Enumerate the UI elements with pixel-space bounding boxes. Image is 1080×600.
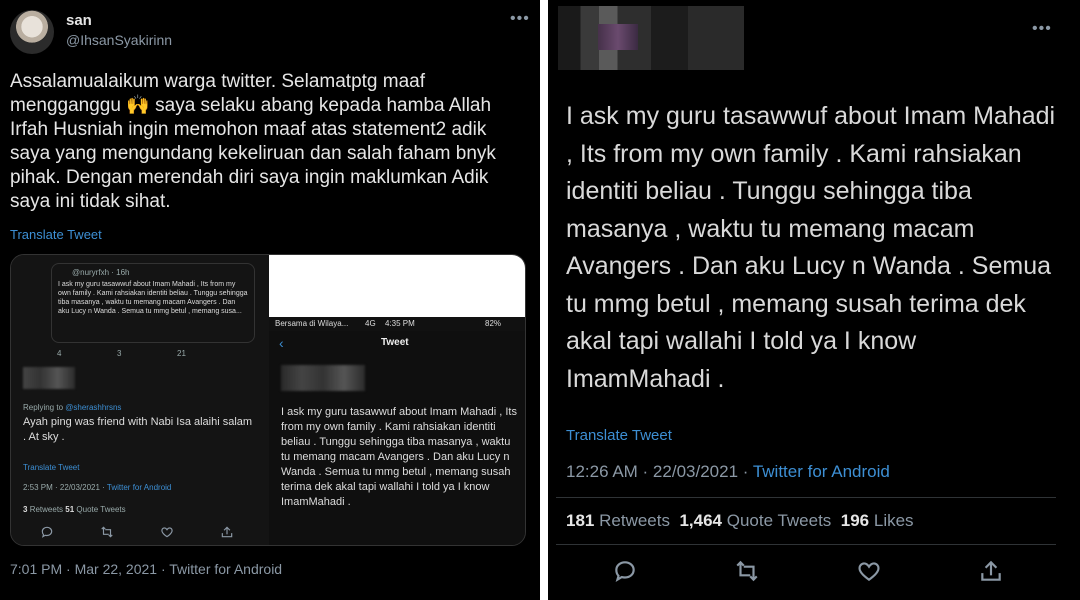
back-icon[interactable]: ‹ xyxy=(279,335,284,351)
author-name[interactable]: san xyxy=(66,12,92,29)
screenshot-left: @nuryrfxh · 16h I ask my guru tasawwuf a… xyxy=(11,255,269,545)
reply-meta: 2:53 PM · 22/03/2021 · Twitter for Andro… xyxy=(23,483,171,492)
reply-meta-source: Twitter for Android xyxy=(106,483,172,492)
qt-like-count: 21 xyxy=(177,349,186,358)
tweet-meta: 12:26 AM · 22/03/2021 · Twitter for Andr… xyxy=(566,462,890,482)
status-carrier: Bersama di Wilaya... xyxy=(275,319,349,328)
share-icon[interactable] xyxy=(978,558,1006,584)
reply-retweets-num: 3 xyxy=(23,505,28,514)
separator xyxy=(556,544,1056,545)
translate-tweet-link[interactable]: Translate Tweet xyxy=(10,227,102,242)
tweet-body: I ask my guru tasawwuf about Imam Mahadi… xyxy=(566,102,1056,393)
embed-retweet-icon xyxy=(100,525,114,539)
quoted-tweet-text: I ask my guru tasawwuf about Imam Mahadi… xyxy=(58,281,248,315)
reply-stats: 3 Retweets 51 Quote Tweets xyxy=(23,505,126,514)
blurred-avatar xyxy=(281,365,365,391)
replying-handle: @sherashhrsns xyxy=(65,403,122,412)
likes-stat[interactable]: 196 Likes xyxy=(841,511,914,530)
tweet-source[interactable]: Twitter for Android xyxy=(753,462,890,481)
screenshot-right: Bersama di Wilaya... 4G 4:35 PM 82% ‹ Tw… xyxy=(269,255,525,545)
status-bar: Bersama di Wilaya... 4G 4:35 PM 82% xyxy=(269,317,525,331)
status-battery: 82% xyxy=(485,319,502,328)
more-icon[interactable]: ••• xyxy=(510,10,530,28)
separator xyxy=(556,497,1056,498)
quoted-tweet-user: @nuryrfxh · 16h xyxy=(72,268,130,277)
retweets-count: 181 xyxy=(566,511,595,530)
retweets-stat[interactable]: 181 Retweets xyxy=(566,511,670,530)
blurred-avatar xyxy=(558,6,744,70)
replying-to: Replying to @sherashhrsns xyxy=(23,403,121,412)
retweet-icon[interactable] xyxy=(734,558,762,584)
likes-count: 196 xyxy=(840,511,870,530)
embed-like-icon xyxy=(160,525,174,539)
replying-prefix: Replying to xyxy=(23,403,64,412)
translate-tweet-link[interactable]: Translate Tweet xyxy=(566,427,672,444)
embed-share-icon xyxy=(220,525,234,539)
reply-text: Ayah ping was friend with Nabi Isa alaih… xyxy=(23,416,253,443)
phone-title: Tweet xyxy=(381,337,409,348)
right-tweet: ••• I ask my guru tasawwuf about Imam Ma… xyxy=(548,0,1080,600)
reply-icon[interactable] xyxy=(612,558,640,584)
tweet-stats: 181 Retweets 1,464 Quote Tweets 196 Like… xyxy=(566,511,914,531)
quoted-tweet: @nuryrfxh · 16h I ask my guru tasawwuf a… xyxy=(51,263,255,343)
phone-tweet-text: I ask my guru tasawwuf about Imam Mahadi… xyxy=(281,406,517,508)
more-icon[interactable]: ••• xyxy=(1032,20,1052,38)
embed-reply-icon xyxy=(40,525,54,539)
embedded-image[interactable]: @nuryrfxh · 16h I ask my guru tasawwuf a… xyxy=(10,254,526,546)
blank-area xyxy=(269,255,525,317)
reply-quotes-num: 51 xyxy=(65,505,75,514)
quotes-stat[interactable]: 1,464 Quote Tweets xyxy=(679,511,831,530)
quotes-label: Quote Tweets xyxy=(726,511,832,530)
status-network: 4G xyxy=(365,319,376,328)
retweets-label: Retweets xyxy=(599,511,670,530)
tweet-footer: 7:01 PM · Mar 22, 2021 · Twitter for And… xyxy=(10,561,283,577)
quotes-count: 1,464 xyxy=(679,511,722,530)
status-time: 4:35 PM xyxy=(385,319,415,328)
reply-retweets-label: Retweets xyxy=(29,505,64,514)
qt-reply-count: 4 xyxy=(57,349,62,358)
reply-quotes-label: Quote Tweets xyxy=(76,505,126,514)
reply-translate: Translate Tweet xyxy=(23,463,80,472)
left-tweet: san @IhsanSyakirinn ••• Assalamualaikum … xyxy=(0,0,540,600)
reply-meta-time: 2:53 PM · 22/03/2021 · xyxy=(23,483,105,492)
tweet-body: Assalamualaikum warga twitter. Selamatpt… xyxy=(10,71,496,212)
divider xyxy=(540,0,548,600)
likes-label: Likes xyxy=(873,511,914,530)
blurred-avatar xyxy=(23,367,75,389)
avatar[interactable] xyxy=(10,10,54,54)
author-handle[interactable]: @IhsanSyakirinn xyxy=(66,32,172,48)
qt-retweet-count: 3 xyxy=(117,349,122,358)
tweet-time: 12:26 AM · 22/03/2021 · xyxy=(566,462,749,481)
like-icon[interactable] xyxy=(856,558,884,584)
